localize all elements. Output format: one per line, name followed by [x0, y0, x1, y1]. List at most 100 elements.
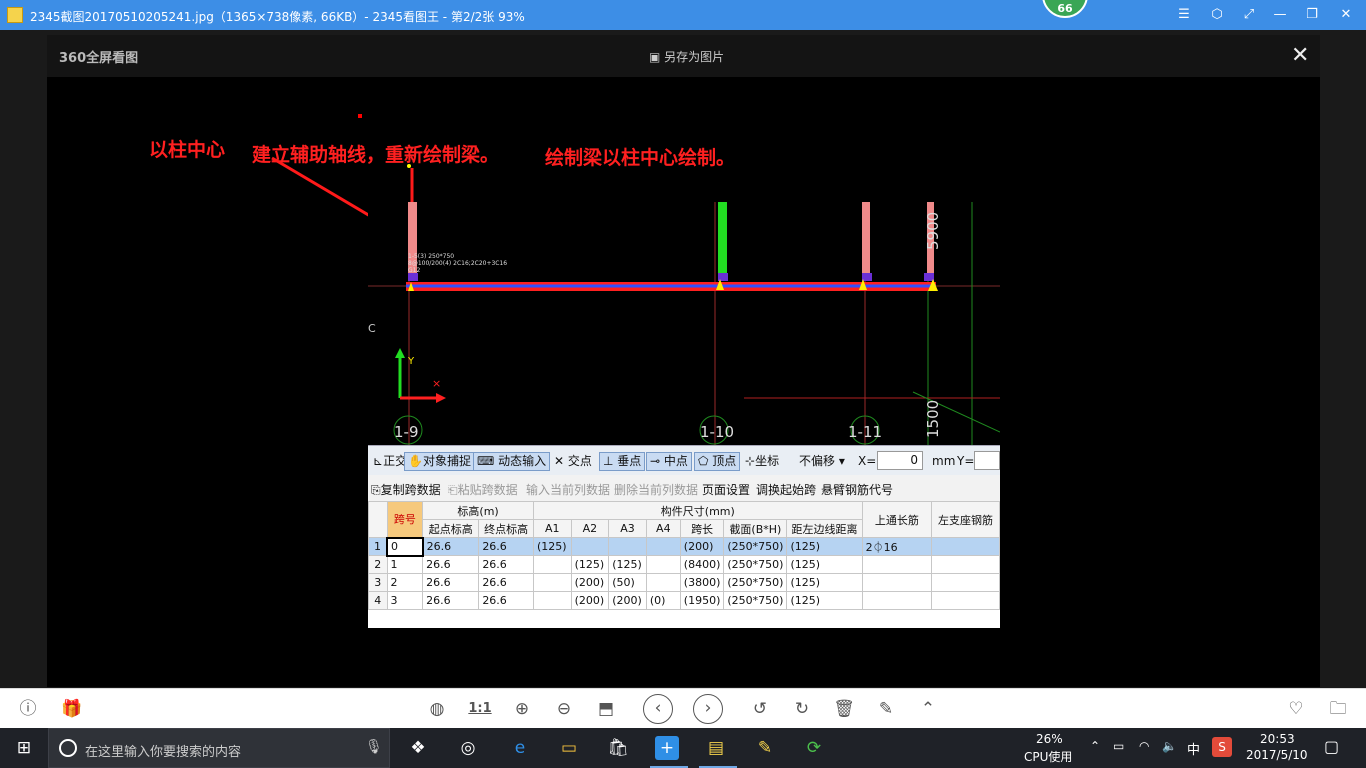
tray-up-chevron-icon[interactable]: ⌃ [1090, 739, 1100, 753]
a2-cell[interactable]: (200) [570, 573, 610, 592]
ime-indicator[interactable]: 中 [1187, 739, 1200, 758]
a3-cell[interactable] [608, 537, 647, 556]
section-cell[interactable]: (250*750) [723, 555, 788, 574]
x-input[interactable]: 0 [877, 451, 923, 470]
top-rebar-cell[interactable]: 2⏀16 [861, 537, 933, 556]
vertex-snap[interactable]: ⬠ 顶点 [694, 452, 741, 471]
dynamic-input-toggle[interactable]: ⌨ 动态输入 [473, 452, 551, 471]
end-elev-cell[interactable]: 26.6 [478, 573, 534, 592]
left-support-cell[interactable] [931, 537, 1000, 556]
start-elev-cell[interactable]: 26.6 [422, 573, 480, 592]
image-viewer-taskbar-icon[interactable]: ▤ [704, 736, 728, 760]
file-explorer-icon[interactable]: ▭ [557, 736, 581, 760]
app-plus-icon[interactable]: + [655, 736, 679, 760]
left-support-cell[interactable] [931, 573, 1000, 592]
a3-cell[interactable]: (50) [608, 573, 647, 592]
favorite-heart-icon[interactable]: ♡ [1284, 697, 1308, 721]
refresh-app-icon[interactable]: ⟳ [802, 736, 826, 760]
store-icon[interactable]: 🛍 [606, 736, 630, 760]
top-rebar-cell[interactable] [861, 555, 933, 574]
taskbar-search-box[interactable]: 在这里输入你要搜索的内容 🎙 [48, 728, 390, 768]
notes-app-icon[interactable]: ✎ [753, 736, 777, 760]
top-rebar-cell[interactable] [861, 591, 933, 610]
start-elev-cell[interactable]: 26.6 [422, 591, 480, 610]
a3-cell[interactable]: (125) [608, 555, 647, 574]
previous-image-button[interactable]: ‹ [643, 694, 673, 724]
intersection-snap[interactable]: ✕ 交点 [551, 452, 595, 471]
a2-cell[interactable]: (125) [570, 555, 610, 574]
a1-cell[interactable] [532, 573, 572, 592]
a1-cell[interactable]: (125) [532, 537, 572, 556]
table-row[interactable]: 4 3 26.6 26.6 (200) (200) (0) (1950) (25… [368, 591, 1000, 610]
actual-size-button[interactable]: 1:1 [468, 697, 492, 721]
wifi-icon[interactable]: ◠ [1139, 739, 1149, 753]
a2-cell[interactable]: (200) [570, 591, 610, 610]
distance-cell[interactable]: (125) [786, 555, 863, 574]
start-elev-cell[interactable]: 26.6 [422, 555, 480, 574]
table-row[interactable]: 1 0 26.6 26.6 (125) (200) (250*750) (125… [368, 536, 1000, 557]
left-support-cell[interactable] [931, 555, 1000, 574]
distance-cell[interactable]: (125) [786, 573, 863, 592]
microphone-icon[interactable]: 🎙 [365, 739, 383, 755]
copy-span-button[interactable]: ⎘复制跨数据 [371, 481, 441, 498]
clock-date[interactable]: 2017/5/10 [1246, 748, 1308, 762]
rotate-left-icon[interactable]: ↺ [748, 697, 772, 721]
windows-start-icon[interactable]: ⊞ [12, 736, 36, 760]
edge-browser-icon[interactable]: e [508, 736, 532, 760]
a4-cell[interactable] [645, 555, 681, 574]
zoom-out-icon[interactable]: ⊖ [552, 697, 576, 721]
paste-span-button[interactable]: ⎗粘贴跨数据 [448, 481, 518, 498]
section-cell[interactable]: (250*750) [723, 591, 788, 610]
end-elev-cell[interactable]: 26.6 [478, 591, 534, 610]
rotate-right-icon[interactable]: ↻ [790, 697, 814, 721]
battery-icon[interactable]: ▭ [1113, 739, 1124, 753]
zoom-in-icon[interactable]: ⊕ [510, 697, 534, 721]
length-cell[interactable]: (1950) [679, 591, 725, 610]
object-snap-toggle[interactable]: ✋对象捕捉 [404, 452, 475, 471]
table-row[interactable]: 3 2 26.6 26.6 (200) (50) (3800) (250*750… [368, 573, 1000, 592]
length-cell[interactable]: (200) [679, 537, 725, 556]
info-icon[interactable]: ⓘ [16, 697, 40, 721]
midpoint-snap[interactable]: ⊸ 中点 [646, 452, 692, 471]
sogou-ime-icon[interactable]: S [1212, 737, 1232, 757]
table-row[interactable]: 2 1 26.6 26.6 (125) (125) (8400) (250*75… [368, 555, 1000, 574]
delete-icon[interactable]: 🗑 [832, 697, 856, 721]
a2-cell[interactable] [570, 537, 610, 556]
y-input[interactable] [974, 451, 1000, 470]
top-rebar-cell[interactable] [861, 573, 933, 592]
mouse-mode-icon[interactable]: ◍ [425, 697, 449, 721]
a4-cell[interactable]: (0) [645, 591, 681, 610]
end-elev-cell[interactable]: 26.6 [478, 537, 534, 556]
span-cell[interactable]: 0 [386, 536, 424, 557]
notification-icon[interactable]: ▢ [1324, 737, 1339, 756]
span-cell[interactable]: 2 [386, 573, 424, 592]
section-cell[interactable]: (250*750) [723, 573, 788, 592]
span-cell[interactable]: 1 [386, 555, 424, 574]
clock-time[interactable]: 20:53 [1260, 732, 1295, 746]
volume-icon[interactable]: 🔈 [1162, 739, 1177, 753]
distance-cell[interactable]: (125) [786, 537, 863, 556]
start-elev-cell[interactable]: 26.6 [422, 537, 480, 556]
section-cell[interactable]: (250*750) [723, 537, 788, 556]
span-cell[interactable]: 3 [386, 591, 424, 610]
gift-icon[interactable]: 🎁 [60, 697, 84, 721]
distance-cell[interactable]: (125) [786, 591, 863, 610]
input-column-button[interactable]: 输入当前列数据 [526, 481, 610, 498]
a1-cell[interactable] [532, 555, 572, 574]
fit-window-icon[interactable]: ⬒ [594, 697, 618, 721]
page-setup-button[interactable]: 页面设置 [702, 481, 750, 498]
a4-cell[interactable] [645, 573, 681, 592]
next-image-button[interactable]: › [693, 694, 723, 724]
more-up-icon[interactable]: ⌃ [916, 697, 940, 721]
open-folder-icon[interactable]: 🗀 [1326, 697, 1350, 721]
task-view-icon[interactable]: ❖ [406, 736, 430, 760]
a4-cell[interactable] [645, 537, 681, 556]
cantilever-code-button[interactable]: 悬臂钢筋代号 [821, 481, 893, 498]
length-cell[interactable]: (3800) [679, 573, 725, 592]
left-support-cell[interactable] [931, 591, 1000, 610]
a3-cell[interactable]: (200) [608, 591, 647, 610]
length-cell[interactable]: (8400) [679, 555, 725, 574]
coord-snap[interactable]: ⊹坐标 [742, 452, 782, 471]
edit-icon[interactable]: ✎ [874, 697, 898, 721]
end-elev-cell[interactable]: 26.6 [478, 555, 534, 574]
